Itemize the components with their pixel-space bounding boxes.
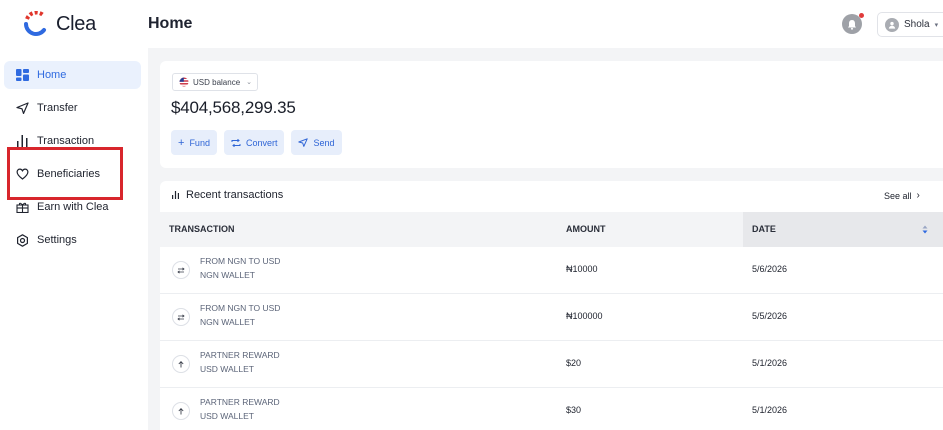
transaction-amount: ₦10000 xyxy=(566,264,598,274)
user-icon xyxy=(888,21,896,29)
transaction-date: 5/5/2026 xyxy=(752,311,788,321)
arrow-up-icon xyxy=(172,402,190,420)
sidebar-item-settings[interactable]: Settings xyxy=(4,226,141,254)
sidebar-item-label: Settings xyxy=(37,234,77,246)
plus-icon: + xyxy=(178,136,185,149)
notification-badge xyxy=(859,13,864,18)
balance-actions: + Fund Convert Send xyxy=(171,130,342,155)
transaction-title: FROM NGN TO USD xyxy=(200,303,281,313)
transaction-amount: ₦100000 xyxy=(566,311,603,321)
page-title: Home xyxy=(148,15,193,32)
bar-chart-icon xyxy=(172,191,179,199)
sort-icon[interactable] xyxy=(922,225,928,234)
recent-transactions-title: Recent transactions xyxy=(172,189,283,201)
transaction-title: PARTNER REWARD xyxy=(200,350,280,360)
transaction-amount: $30 xyxy=(566,405,582,415)
brand-name: Clea xyxy=(56,12,96,35)
transaction-wallet: NGN WALLET xyxy=(200,270,255,280)
transaction-title: FROM NGN TO USD xyxy=(200,256,281,266)
see-all-link[interactable]: See all › xyxy=(884,190,920,201)
home-grid-icon xyxy=(16,69,29,81)
transaction-wallet: USD WALLET xyxy=(200,411,255,421)
sidebar-item-label: Transfer xyxy=(37,102,78,114)
column-header-transaction: TRANSACTION xyxy=(169,224,235,234)
table-row[interactable]: FROM NGN TO USD NGN WALLET ₦100000 5/5/2… xyxy=(160,294,943,341)
transaction-wallet: USD WALLET xyxy=(200,364,255,374)
sidebar-item-label: Transaction xyxy=(37,135,95,147)
transaction-date: 5/6/2026 xyxy=(752,264,788,274)
transaction-wallet: NGN WALLET xyxy=(200,317,255,327)
transaction-amount: $20 xyxy=(566,358,582,368)
transaction-title: PARTNER REWARD xyxy=(200,397,280,407)
fund-button-label: Fund xyxy=(189,137,210,148)
gear-icon xyxy=(17,233,28,247)
sidebar-item-label: Home xyxy=(37,69,67,81)
send-icon xyxy=(298,138,309,147)
balance-card: USD balance ⌄ $404,568,299.35 + Fund Con… xyxy=(160,61,943,168)
swap-icon xyxy=(172,261,190,279)
recent-transactions-card: Recent transactions See all › TRANSACTIO… xyxy=(160,181,943,430)
sidebar-item-transfer[interactable]: Transfer xyxy=(4,94,141,122)
convert-button-label: Convert xyxy=(245,137,278,148)
transaction-date: 5/1/2026 xyxy=(752,405,788,415)
send-icon xyxy=(16,102,29,114)
balance-amount: $404,568,299.35 xyxy=(171,98,296,117)
user-menu[interactable]: Shola ▾ xyxy=(877,12,943,37)
table-row[interactable]: PARTNER REWARD USD WALLET $30 5/1/2026 xyxy=(160,388,943,430)
balance-currency-select[interactable]: USD balance ⌄ xyxy=(172,73,258,91)
convert-button[interactable]: Convert xyxy=(223,130,285,155)
topbar: Home Shola ▾ xyxy=(148,0,943,48)
gift-icon xyxy=(16,202,29,213)
transaction-date: 5/1/2026 xyxy=(752,358,788,368)
chevron-down-icon: ⌄ xyxy=(246,79,253,86)
swap-icon xyxy=(172,308,190,326)
table-row[interactable]: PARTNER REWARD USD WALLET $20 5/1/2026 xyxy=(160,341,943,388)
chevron-right-icon: › xyxy=(916,190,920,201)
sidebar-item-label: Earn with Clea xyxy=(37,201,109,213)
clea-logo[interactable]: Clea xyxy=(22,11,96,37)
sidebar: Clea Home Transfer Transaction Beneficia… xyxy=(0,0,148,430)
bell-icon xyxy=(848,19,856,30)
bar-chart-icon xyxy=(17,135,28,147)
transactions-table-header: TRANSACTION AMOUNT DATE xyxy=(160,212,943,247)
arrow-up-icon xyxy=(172,355,190,373)
balance-currency-label: USD balance xyxy=(193,77,241,87)
chevron-down-icon: ▾ xyxy=(934,21,939,29)
table-row[interactable]: FROM NGN TO USD NGN WALLET ₦10000 5/6/20… xyxy=(160,247,943,294)
recent-transactions-header: Recent transactions See all › xyxy=(160,181,943,212)
main-content: Home Shola ▾ USD balance ⌄ $404,568,299.… xyxy=(148,0,943,430)
clea-logo-icon xyxy=(24,11,46,36)
highlight-box xyxy=(7,147,123,200)
send-button[interactable]: Send xyxy=(291,130,342,155)
fund-button[interactable]: + Fund xyxy=(171,130,217,155)
send-button-label: Send xyxy=(313,137,335,148)
column-header-date[interactable]: DATE xyxy=(752,224,776,234)
user-name: Shola xyxy=(904,19,930,30)
sidebar-item-home[interactable]: Home xyxy=(4,61,141,89)
avatar xyxy=(885,17,899,32)
us-flag-icon xyxy=(179,77,189,87)
convert-icon xyxy=(231,138,241,147)
column-header-amount: AMOUNT xyxy=(566,224,606,234)
